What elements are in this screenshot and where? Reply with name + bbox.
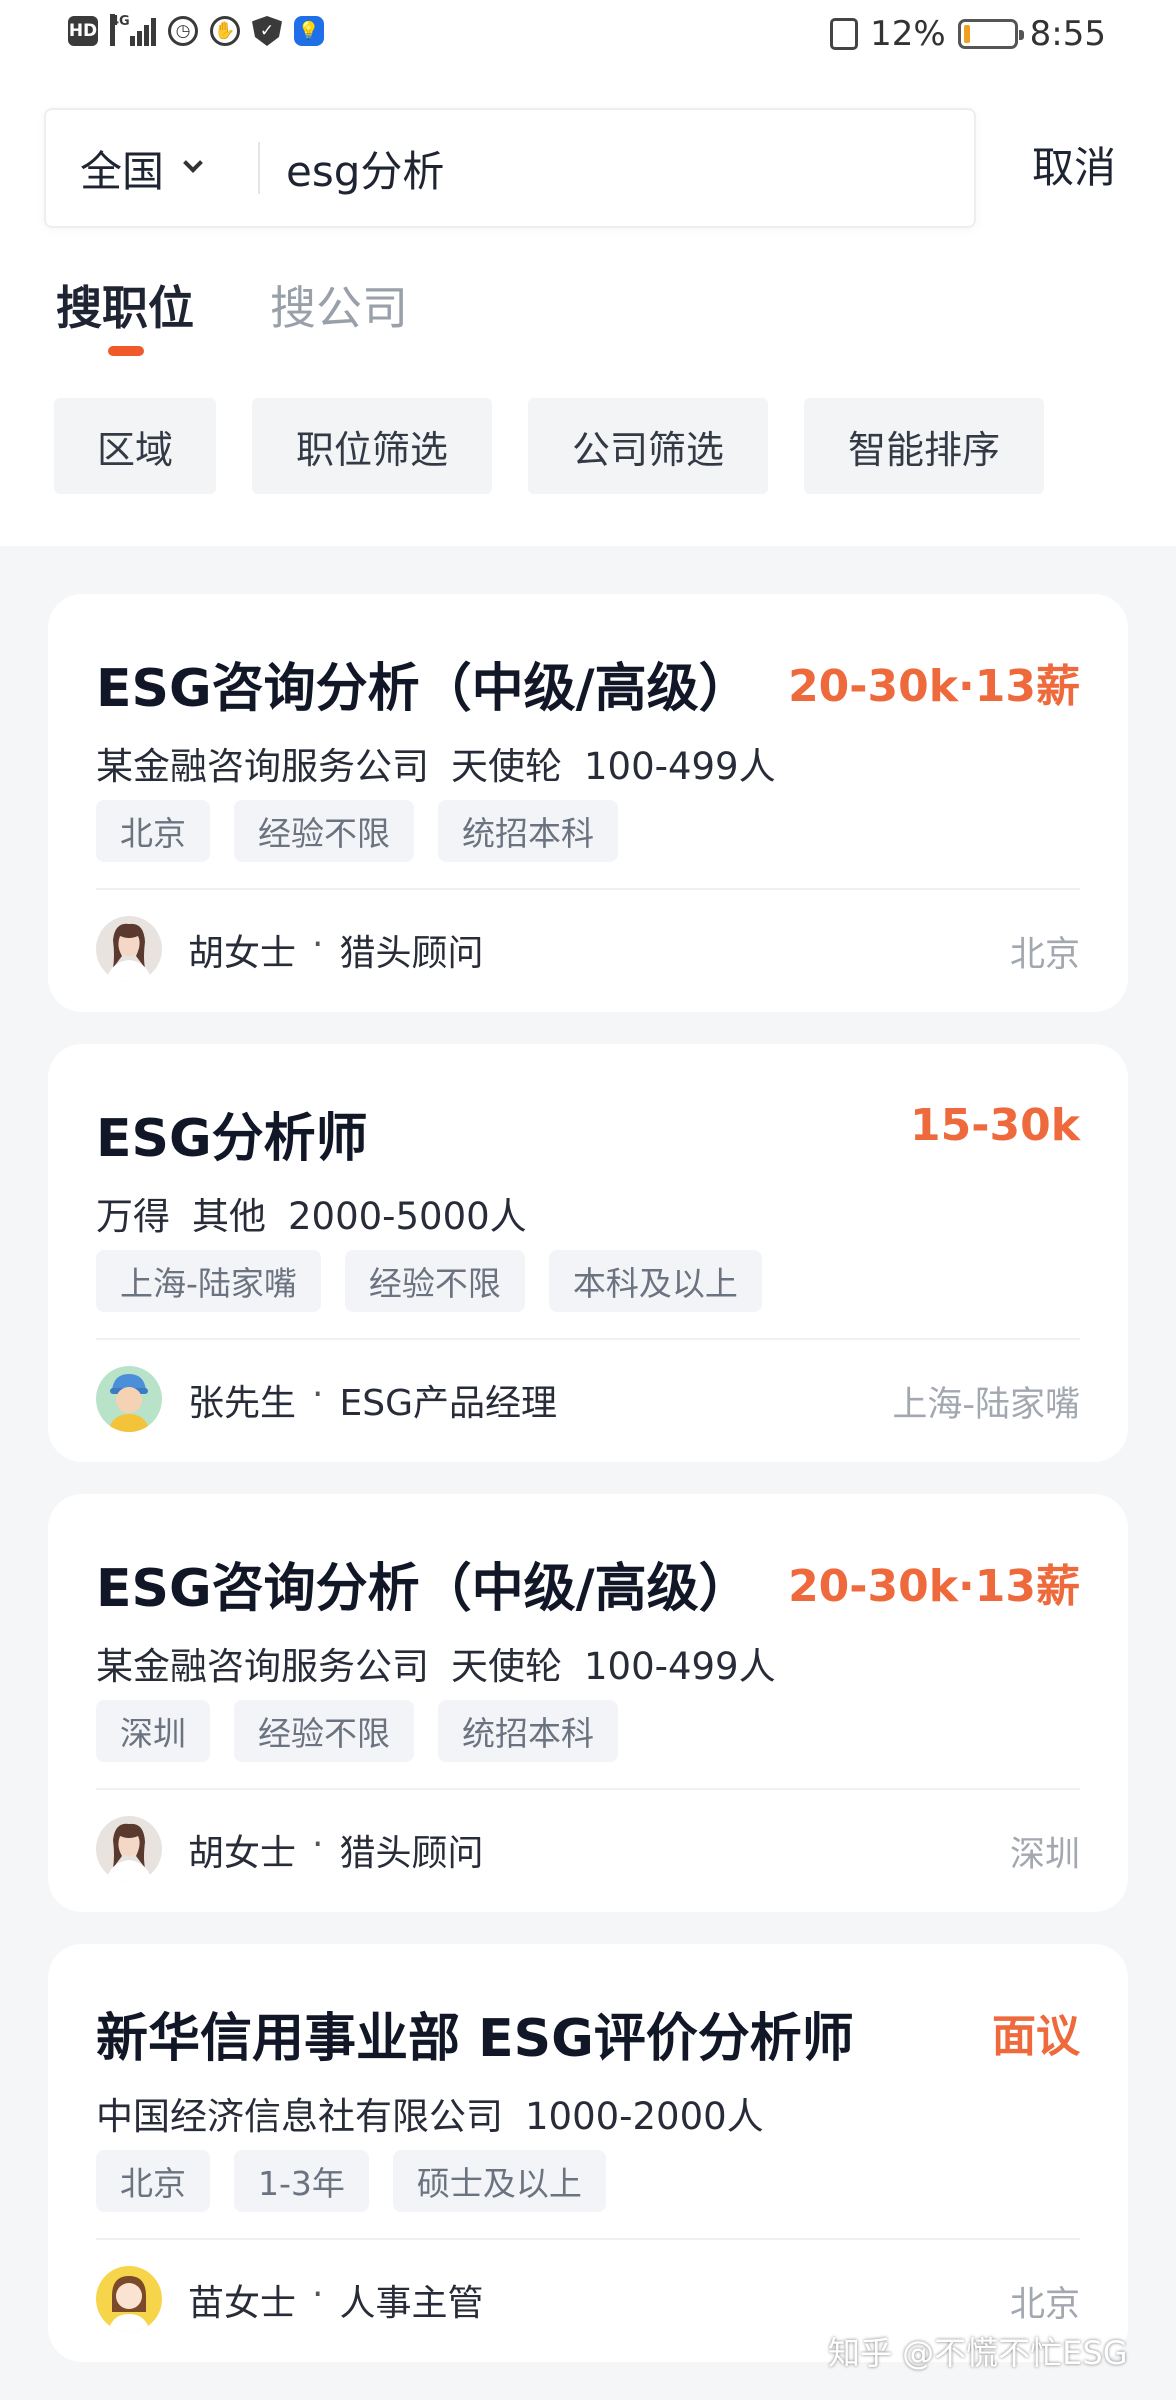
job-location: 北京 [1009, 935, 1080, 975]
job-location: 北京 [1009, 2285, 1080, 2325]
shield-icon: ✓ [252, 16, 282, 46]
recruiter-role: ESG产品经理 [339, 1383, 557, 1424]
filter-sort[interactable]: 智能排序 [804, 398, 1044, 494]
divider [96, 1788, 1080, 1790]
watermark: 知乎 @不慌不忙ESG [828, 2334, 1128, 2372]
recruiter-info: 苗女士 · 人事主管 [188, 2274, 484, 2324]
job-tag: 北京 [96, 800, 210, 862]
job-tag: 1-3年 [234, 2150, 369, 2212]
alarm-icon: ◷ [168, 16, 198, 46]
job-tag: 经验不限 [234, 800, 414, 862]
divider [96, 1338, 1080, 1340]
status-bar: HD 4G ◷ ✋ ✓ 💡 12% 8:55 [0, 0, 1176, 72]
avatar [96, 1366, 162, 1432]
recruiter-role: 猎头顾问 [339, 933, 484, 974]
company-info: 某金融咨询服务公司 天使轮 100-499人 [96, 1636, 776, 1690]
job-tag: 本科及以上 [548, 1250, 762, 1312]
job-tags: 上海-陆家嘴 经验不限 本科及以上 [96, 1250, 762, 1312]
hd-icon: HD [68, 16, 98, 46]
tab-search-jobs[interactable]: 搜职位 [56, 272, 194, 338]
job-tag: 经验不限 [344, 1250, 525, 1312]
job-salary: 20-30k·13薪 [788, 661, 1080, 712]
company-size: 1000-2000人 [525, 2095, 764, 2138]
search-input[interactable]: esg分析 [286, 110, 444, 226]
cancel-button[interactable]: 取消 [1032, 134, 1116, 195]
recruiter-role: 人事主管 [339, 2283, 484, 2324]
job-card[interactable]: ESG分析师 15-30k 万得 其他 2000-5000人 上海-陆家嘴 经验… [48, 1044, 1128, 1462]
company-info: 中国经济信息社有限公司 1000-2000人 [96, 2086, 764, 2140]
job-salary: 20-30k·13薪 [788, 1561, 1080, 1612]
recruiter-role: 猎头顾问 [339, 1833, 484, 1874]
battery-icon [957, 19, 1024, 49]
filter-company[interactable]: 公司筛选 [528, 398, 768, 494]
divider [258, 142, 260, 194]
job-tag: 深圳 [96, 1700, 210, 1762]
job-tag: 北京 [96, 2150, 210, 2212]
region-selector[interactable]: 全国 [80, 110, 203, 226]
recruiter-name: 张先生 [188, 1383, 297, 1424]
filter-position[interactable]: 职位筛选 [252, 398, 492, 494]
recruiter-info: 张先生 · ESG产品经理 [188, 1374, 557, 1424]
divider [96, 888, 1080, 890]
recruiter-name: 胡女士 [188, 933, 297, 974]
company-size: 100-499人 [584, 1645, 776, 1688]
job-tag: 硕士及以上 [392, 2150, 606, 2212]
job-location: 上海-陆家嘴 [892, 1385, 1080, 1425]
job-tags: 北京 1-3年 硕士及以上 [96, 2150, 606, 2212]
job-tag: 上海-陆家嘴 [96, 1250, 321, 1312]
avatar [96, 916, 162, 982]
company-name: 某金融咨询服务公司 [96, 745, 429, 788]
job-card[interactable]: ESG咨询分析（中级/高级） 20-30k·13薪 某金融咨询服务公司 天使轮 … [48, 594, 1128, 1012]
company-stage: 天使轮 [451, 1645, 562, 1688]
job-tag: 统招本科 [438, 800, 618, 862]
recruiter-info: 胡女士 · 猎头顾问 [188, 1824, 484, 1874]
job-location: 深圳 [1009, 1835, 1080, 1875]
avatar [96, 1816, 162, 1882]
battery-percent: 12% [870, 14, 946, 54]
signal-4g-icon: 4G [110, 14, 156, 46]
job-title: 新华信用事业部 ESG评价分析师 [96, 2009, 854, 2069]
job-salary: 面议 [992, 2011, 1080, 2062]
region-label: 全国 [80, 146, 165, 196]
company-name: 万得 [96, 1195, 170, 1238]
job-title: ESG咨询分析（中级/高级） [96, 1559, 751, 1619]
avatar [96, 2266, 162, 2332]
bulb-app-icon: 💡 [294, 16, 324, 46]
job-tags: 深圳 经验不限 统招本科 [96, 1700, 618, 1762]
job-card[interactable]: 新华信用事业部 ESG评价分析师 面议 中国经济信息社有限公司 1000-200… [48, 1944, 1128, 2362]
divider [96, 2238, 1080, 2240]
hand-icon: ✋ [210, 16, 240, 46]
job-tags: 北京 经验不限 统招本科 [96, 800, 618, 862]
company-info: 万得 其他 2000-5000人 [96, 1186, 527, 1240]
recruiter-name: 苗女士 [188, 2283, 297, 2324]
company-size: 100-499人 [584, 745, 776, 788]
job-title: ESG咨询分析（中级/高级） [96, 659, 751, 719]
recruiter-info: 胡女士 · 猎头顾问 [188, 924, 484, 974]
company-info: 某金融咨询服务公司 天使轮 100-499人 [96, 736, 776, 790]
job-tag: 统招本科 [438, 1700, 618, 1762]
tab-indicator [108, 346, 144, 356]
clock: 8:55 [1029, 14, 1106, 54]
job-salary: 15-30k [910, 1100, 1080, 1151]
company-stage: 其他 [192, 1195, 266, 1238]
search-bar: 全国 esg分析 [44, 108, 976, 228]
job-title: ESG分析师 [96, 1109, 368, 1169]
job-tag: 经验不限 [234, 1700, 414, 1762]
company-stage: 天使轮 [451, 745, 562, 788]
filter-region[interactable]: 区域 [54, 398, 216, 494]
recruiter-name: 胡女士 [188, 1833, 297, 1874]
job-card[interactable]: ESG咨询分析（中级/高级） 20-30k·13薪 某金融咨询服务公司 天使轮 … [48, 1494, 1128, 1912]
chevron-down-icon [183, 153, 203, 173]
company-size: 2000-5000人 [288, 1195, 527, 1238]
vibrate-icon [830, 18, 859, 50]
tab-search-companies[interactable]: 搜公司 [270, 272, 408, 338]
company-name: 中国经济信息社有限公司 [96, 2095, 503, 2138]
company-name: 某金融咨询服务公司 [96, 1645, 429, 1688]
